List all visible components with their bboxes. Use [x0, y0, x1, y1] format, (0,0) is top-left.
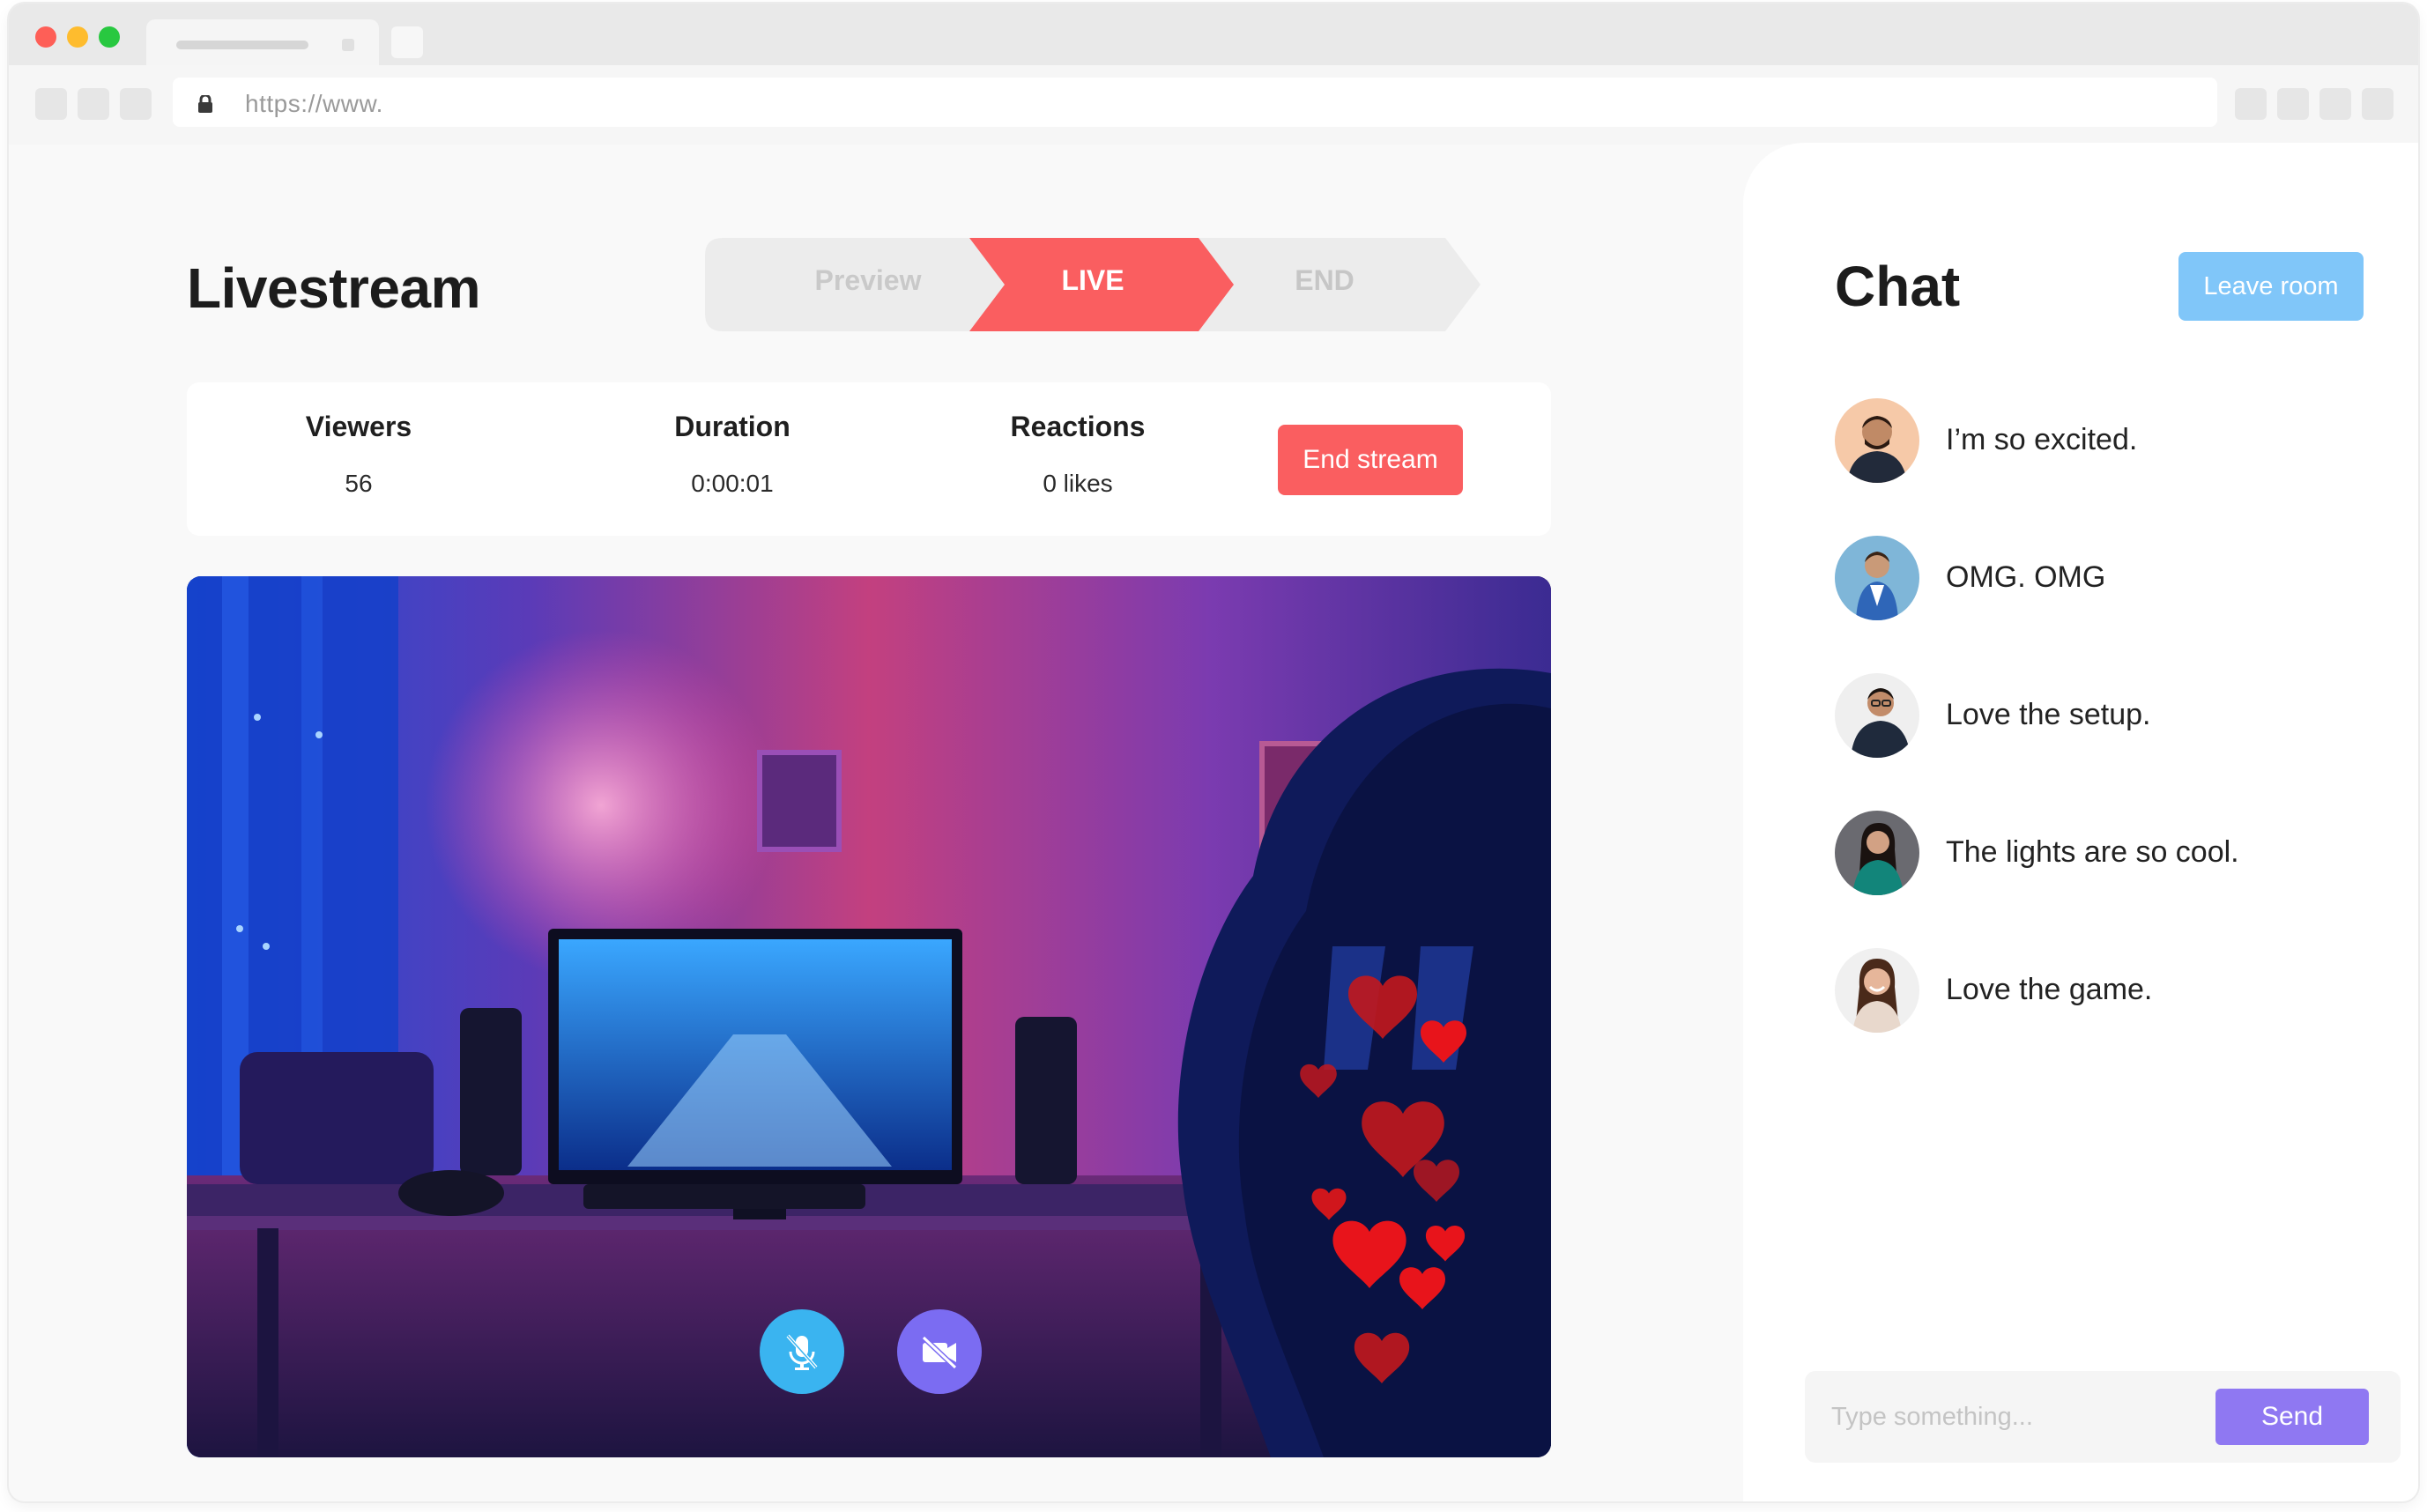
tab-close-icon[interactable] [342, 39, 354, 51]
chat-message: OMG. OMG [1835, 536, 2381, 620]
close-window-button[interactable] [35, 26, 56, 48]
duration-value: 0:00:01 [691, 470, 774, 497]
stream-stats-card: Viewers 56 Duration 0:00:01 Reactions 0 … [187, 382, 1551, 536]
step-end[interactable]: END [1214, 264, 1435, 297]
end-stream-button[interactable]: End stream [1278, 425, 1463, 495]
chat-input[interactable] [1831, 1389, 2201, 1445]
maximize-window-button[interactable] [99, 26, 120, 48]
heart-icon [1332, 1220, 1406, 1288]
duration-stat: Duration 0:00:01 [605, 411, 860, 498]
main-panel: Livestream Preview LIVE END Viewers 56 D… [9, 145, 1736, 1501]
toolbar-extension-button[interactable] [2277, 88, 2309, 120]
heart-icon [1311, 1188, 1347, 1220]
chat-message-text: OMG. OMG [1946, 560, 2106, 594]
stream-stepper: Preview LIVE END [705, 238, 1489, 331]
avatar[interactable] [1835, 398, 1919, 483]
chat-message: The lights are so cool. [1835, 811, 2381, 895]
reaction-hearts-layer [1300, 975, 1466, 1383]
mute-mic-button[interactable] [760, 1309, 844, 1394]
browser-tab[interactable] [146, 19, 379, 65]
chat-message: Love the setup. [1835, 673, 2381, 758]
duration-label: Duration [674, 411, 790, 442]
chat-message-text: Love the setup. [1946, 698, 2151, 731]
avatar[interactable] [1835, 536, 1919, 620]
chat-message-text: I’m so excited. [1946, 423, 2138, 456]
chat-message-text: The lights are so cool. [1946, 835, 2239, 869]
chat-message-text: Love the game. [1946, 973, 2153, 1006]
toolbar-menu-button[interactable] [2362, 88, 2394, 120]
toolbar-extension-button[interactable] [2235, 88, 2267, 120]
minimize-window-button[interactable] [67, 26, 88, 48]
step-live[interactable]: LIVE [983, 264, 1203, 297]
avatar[interactable] [1835, 811, 1919, 895]
heart-icon [1348, 975, 1417, 1039]
forward-button[interactable] [78, 88, 109, 120]
back-button[interactable] [35, 88, 67, 120]
new-tab-button[interactable] [391, 26, 423, 58]
send-button[interactable]: Send [2215, 1389, 2369, 1445]
camera-off-button[interactable] [897, 1309, 982, 1394]
leave-room-button[interactable]: Leave room [2178, 252, 2364, 321]
heart-icon [1354, 1332, 1410, 1383]
page-title: Livestream [187, 256, 480, 320]
browser-window: https://www. Livestream Preview LIVE END… [9, 4, 2418, 1501]
browser-toolbar: https://www. [9, 65, 2418, 145]
viewers-label: Viewers [305, 411, 412, 442]
chat-composer: Send [1805, 1371, 2401, 1463]
lock-icon [197, 93, 213, 117]
chat-title: Chat [1835, 255, 1961, 318]
address-bar[interactable]: https://www. [173, 78, 2217, 127]
viewers-value: 56 [345, 470, 373, 497]
url-text: https://www. [245, 90, 383, 117]
camera-off-icon [921, 1335, 958, 1370]
heart-icon [1414, 1160, 1459, 1202]
browser-titlebar [9, 4, 2418, 65]
video-player[interactable] [187, 576, 1551, 1457]
mic-off-icon [786, 1334, 818, 1370]
reactions-value: 0 likes [1043, 470, 1113, 497]
heart-icon [1399, 1267, 1445, 1309]
chat-message: Love the game. [1835, 948, 2381, 1033]
reload-button[interactable] [120, 88, 152, 120]
heart-icon [1425, 1225, 1466, 1262]
chat-panel: Chat Leave room I’m so excited. OMG. OMG… [1743, 143, 2418, 1501]
chat-message: I’m so excited. [1835, 398, 2381, 483]
heart-icon [1421, 1020, 1466, 1063]
heart-icon [1300, 1064, 1337, 1098]
avatar[interactable] [1835, 948, 1919, 1033]
reactions-label: Reactions [1010, 411, 1146, 442]
toolbar-extension-button[interactable] [2319, 88, 2351, 120]
step-preview[interactable]: Preview [758, 264, 978, 297]
tab-title-placeholder [176, 41, 308, 49]
reactions-stat: Reactions 0 likes [950, 411, 1206, 498]
viewers-stat: Viewers 56 [240, 411, 478, 498]
avatar[interactable] [1835, 673, 1919, 758]
